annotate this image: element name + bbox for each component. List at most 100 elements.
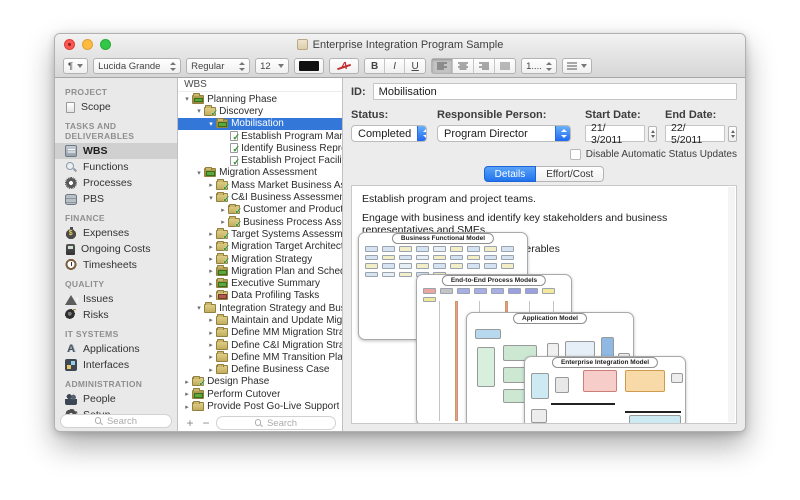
sidebar-item-functions[interactable]: Functions xyxy=(55,159,177,175)
disclosure-triangle-icon[interactable]: ▾ xyxy=(206,120,216,128)
sidebar-search-input[interactable]: Search xyxy=(60,414,173,428)
sidebar-item-issues[interactable]: Issues xyxy=(55,291,177,307)
disclosure-triangle-icon[interactable]: ▸ xyxy=(206,316,216,324)
tree-row-mobilisation[interactable]: ▾ Mobilisation xyxy=(178,117,342,130)
tree-row-define-c-i-migration-strateg[interactable]: ▸ Define C&I Migration Strateg… xyxy=(178,339,342,351)
id-field[interactable]: Mobilisation xyxy=(372,83,737,100)
diagram-chip xyxy=(433,254,446,260)
status-popup[interactable]: Completed xyxy=(351,125,427,142)
align-left-button[interactable] xyxy=(432,59,454,73)
tree-row-establish-project-facilities[interactable]: Establish Project Facilities xyxy=(178,154,342,167)
disclosure-triangle-icon[interactable]: ▸ xyxy=(182,390,192,398)
tree-row-discovery[interactable]: ▾ Discovery xyxy=(178,105,342,118)
underline-button[interactable]: U xyxy=(405,59,425,73)
tree-row-integration-strategy-and-busine[interactable]: ▾ Integration Strategy and Busine… xyxy=(178,302,342,314)
tree-row-executive-summary[interactable]: ▸ Executive Summary xyxy=(178,277,342,289)
disclosure-triangle-icon[interactable]: ▾ xyxy=(206,194,216,202)
sidebar-item-pbs[interactable]: PBS xyxy=(55,191,177,207)
disclosure-triangle-icon[interactable]: ▸ xyxy=(182,403,192,411)
bold-button[interactable]: B xyxy=(365,59,386,73)
add-item-button[interactable]: + xyxy=(184,417,196,429)
tree-row-data-profiling-tasks[interactable]: ▸ Data Profiling Tasks xyxy=(178,289,342,302)
disclosure-triangle-icon[interactable]: ▸ xyxy=(218,206,228,214)
align-center-button[interactable] xyxy=(453,59,475,73)
italic-button[interactable]: I xyxy=(385,59,406,73)
tree-item-label: Migration Assessment xyxy=(219,167,317,179)
align-justify-button[interactable] xyxy=(495,59,515,73)
text-color-well[interactable] xyxy=(294,58,325,74)
tree-row-target-systems-assessment[interactable]: ▸ Target Systems Assessment xyxy=(178,228,342,241)
tree-row-perform-cutover[interactable]: ▸ Perform Cutover xyxy=(178,388,342,400)
scrollbar[interactable] xyxy=(728,187,735,422)
line-spacing-dropdown[interactable]: 1.... xyxy=(521,58,557,74)
tree-row-design-phase[interactable]: ▸ Design Phase xyxy=(178,375,342,388)
disclosure-triangle-icon[interactable]: ▸ xyxy=(206,366,216,374)
tree-row-customer-and-product[interactable]: ▸ Customer and Product… xyxy=(178,203,342,216)
zoom-button[interactable] xyxy=(100,39,111,50)
sidebar-item-interfaces[interactable]: Interfaces xyxy=(55,357,177,373)
tab-details[interactable]: Details xyxy=(483,166,537,182)
sidebar-item-risks[interactable]: Risks xyxy=(55,307,177,323)
responsible-popup[interactable]: Program Director xyxy=(437,125,571,142)
tree-row-define-business-case[interactable]: ▸ Define Business Case xyxy=(178,363,342,376)
paragraph-style-dropdown[interactable]: ¶ xyxy=(63,58,89,74)
tree-row-migration-assessment[interactable]: ▾ Migration Assessment xyxy=(178,166,342,179)
tree-row-define-mm-migration-strateg[interactable]: ▸ Define MM Migration Strateg… xyxy=(178,326,342,339)
disclosure-triangle-icon[interactable]: ▾ xyxy=(194,107,204,115)
close-button[interactable] xyxy=(64,39,75,50)
tree-row-establish-program-manag[interactable]: Establish Program Manag… xyxy=(178,130,342,142)
tree-item-label: Mass Market Business As… xyxy=(231,179,342,191)
tree-row-identify-business-represe[interactable]: Identify Business Represe… xyxy=(178,142,342,154)
font-family-dropdown[interactable]: Lucida Grande xyxy=(93,58,182,74)
sidebar-item-expenses[interactable]: Expenses xyxy=(55,225,177,241)
sidebar-item-timesheets[interactable]: Timesheets xyxy=(55,257,177,273)
remove-item-button[interactable]: − xyxy=(200,417,212,429)
tree-row-provide-post-go-live-support[interactable]: ▸ Provide Post Go-Live Support xyxy=(178,400,342,412)
sidebar-item-people[interactable]: People xyxy=(55,391,177,407)
tab-effort-cost[interactable]: Effort/Cost xyxy=(536,166,605,182)
tree-row-migration-plan-and-schedule[interactable]: ▸ Migration Plan and Schedule xyxy=(178,265,342,277)
highlight-color-well[interactable]: A xyxy=(329,58,360,74)
disclosure-triangle-icon[interactable]: ▸ xyxy=(206,255,216,263)
tree-search-input[interactable]: Search xyxy=(216,416,336,430)
sidebar-item-scope[interactable]: Scope xyxy=(55,99,177,115)
minimize-button[interactable] xyxy=(82,39,93,50)
disclosure-triangle-icon[interactable]: ▾ xyxy=(194,169,204,177)
tree-row-business-process-asse[interactable]: ▸ Business Process Asse… xyxy=(178,216,342,228)
font-style-dropdown[interactable]: Regular xyxy=(186,58,251,74)
font-size-dropdown[interactable]: 12 xyxy=(255,58,290,74)
disclosure-triangle-icon[interactable]: ▸ xyxy=(206,267,216,275)
tree-row-migration-strategy[interactable]: ▸ Migration Strategy xyxy=(178,253,342,265)
disclosure-triangle-icon[interactable]: ▸ xyxy=(206,280,216,288)
start-date-field[interactable]: 21/ 3/2011 xyxy=(585,122,645,146)
sidebar-item-ongoing-costs[interactable]: Ongoing Costs xyxy=(55,241,177,257)
sidebar-item-applications[interactable]: Applications xyxy=(55,341,177,357)
tree-row-mass-market-business-as[interactable]: ▸ Mass Market Business As… xyxy=(178,179,342,191)
disclosure-triangle-icon[interactable]: ▾ xyxy=(194,304,204,312)
end-date-stepper[interactable] xyxy=(728,125,737,142)
disclosure-triangle-icon[interactable]: ▸ xyxy=(206,292,216,300)
tree-row-migration-target-architecture[interactable]: ▸ Migration Target Architecture xyxy=(178,240,342,253)
list-style-dropdown[interactable] xyxy=(561,58,592,74)
disclosure-triangle-icon[interactable]: ▸ xyxy=(206,329,216,337)
tree-row-maintain-and-update-migrati[interactable]: ▸ Maintain and Update Migrati… xyxy=(178,314,342,326)
disable-status-updates-checkbox[interactable] xyxy=(569,149,581,160)
disclosure-triangle-icon[interactable]: ▸ xyxy=(182,378,192,386)
disclosure-triangle-icon[interactable]: ▾ xyxy=(182,95,192,103)
disclosure-triangle-icon[interactable]: ▸ xyxy=(218,218,228,226)
disclosure-triangle-icon[interactable]: ▸ xyxy=(206,230,216,238)
sidebar-item-wbs[interactable]: WBS xyxy=(55,143,178,159)
tree-item-label: Design Phase xyxy=(207,376,270,388)
sidebar-section-header: IT SYSTEMS xyxy=(65,329,119,339)
disclosure-triangle-icon[interactable]: ▸ xyxy=(206,341,216,349)
sidebar-item-processes[interactable]: Processes xyxy=(55,175,177,191)
disclosure-triangle-icon[interactable]: ▸ xyxy=(206,181,216,189)
start-date-stepper[interactable] xyxy=(648,125,657,142)
disclosure-triangle-icon[interactable]: ▸ xyxy=(206,353,216,361)
disclosure-triangle-icon[interactable]: ▸ xyxy=(206,243,216,251)
tree-row-planning-phase[interactable]: ▾ Planning Phase xyxy=(178,93,342,105)
tree-row-c-i-business-assessment[interactable]: ▾ C&I Business Assessment xyxy=(178,191,342,204)
tree-row-define-mm-transition-plans-a[interactable]: ▸ Define MM Transition Plans a… xyxy=(178,351,342,363)
align-right-button[interactable] xyxy=(474,59,496,73)
end-date-field[interactable]: 22/ 5/2011 xyxy=(665,122,725,146)
